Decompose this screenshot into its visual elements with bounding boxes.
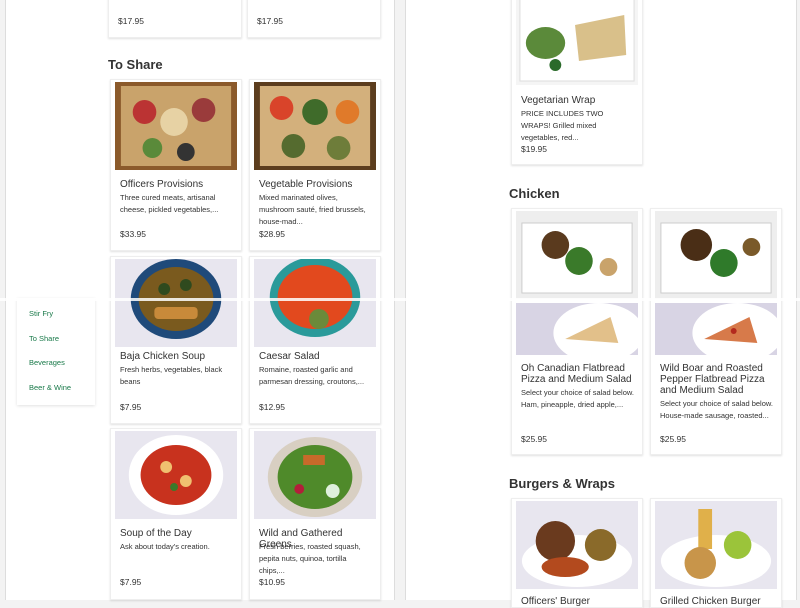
food-image [516,0,638,85]
menu-card[interactable]: Wild Boar and Roasted Pepper Flatbread P… [650,208,782,455]
food-image [516,303,638,355]
sidenav-item-to-share[interactable]: To Share [29,334,59,343]
menu-card[interactable]: Officers' Burger [511,498,643,608]
item-price: $7.95 [120,577,142,587]
section-title-chicken: Chicken [509,186,560,201]
item-price: $7.95 [120,402,142,412]
sidenav-item-beverages[interactable]: Beverages [29,358,65,367]
item-name: Caesar Salad [259,351,320,362]
item-price: $28.95 [259,229,285,239]
section-title-burgers-wraps: Burgers & Wraps [509,476,615,491]
menu-card[interactable]: $17.95 [247,0,381,38]
item-price: $10.95 [259,577,285,587]
item-price: $17.95 [257,16,283,26]
item-description: Mixed marinated olives, mushroom sauté, … [259,193,366,226]
item-name: Officers' Burger [521,596,590,607]
item-name: Grilled Chicken Burger [660,596,761,607]
item-description: Romaine, roasted garlic and parmesan dre… [259,365,365,386]
item-description: Select your choice of salad below. House… [660,399,773,420]
item-name: Oh Canadian Flatbread Pizza and Medium S… [521,363,632,385]
item-name: Wild Boar and Roasted Pepper Flatbread P… [660,363,765,396]
menu-card[interactable]: Caesar Salad Romaine, roasted garlic and… [249,256,381,424]
menu-card[interactable]: Officers Provisions Three cured meats, a… [110,79,242,251]
section-title-to-share: To Share [108,57,163,72]
menu-card[interactable]: Vegetarian Wrap PRICE INCLUDES TWO WRAPS… [511,0,643,165]
menu-card[interactable]: Grilled Chicken Burger [650,498,782,608]
menu-card[interactable]: Oh Canadian Flatbread Pizza and Medium S… [511,208,643,455]
food-image [516,211,638,299]
item-name: Officers Provisions [120,179,204,190]
item-price: $25.95 [660,434,686,444]
food-image [655,303,777,355]
item-price: $12.95 [259,402,285,412]
item-price: $19.95 [521,144,547,154]
menu-card[interactable]: Vegetable Provisions Mixed marinated oli… [249,79,381,251]
item-description: Three cured meats, artisanal cheese, pic… [120,193,219,214]
menu-card[interactable]: $17.95 [108,0,242,38]
item-description: Ask about today's creation. [120,542,210,551]
item-price: $25.95 [521,434,547,444]
menu-card[interactable]: Baja Chicken Soup Fresh herbs, vegetable… [110,256,242,424]
food-image [115,431,237,519]
menu-card[interactable]: Wild and Gathered Greens Fresh berries, … [249,428,381,600]
item-name: Baja Chicken Soup [120,351,206,362]
item-description: Fresh berries, roasted squash, pepita nu… [259,542,361,575]
food-image [115,82,237,170]
food-image [655,211,777,299]
food-image [655,501,777,589]
food-image [254,259,376,347]
item-name: Vegetable Provisions [259,179,353,190]
sidenav-item-stir-fry[interactable]: Stir Fry [29,309,53,318]
item-name: Vegetarian Wrap [521,95,596,106]
item-description: Fresh herbs, vegetables, black beans [120,365,223,386]
scroll-seam [0,298,800,301]
category-sidenav: Stir Fry To Share Beverages Beer & Wine [17,298,95,405]
item-price: $33.95 [120,229,146,239]
food-image [516,501,638,589]
food-image [115,259,237,347]
food-image [254,82,376,170]
item-name: Soup of the Day [120,528,192,539]
item-price: $17.95 [118,16,144,26]
sidenav-item-beer-wine[interactable]: Beer & Wine [29,383,71,392]
menu-card[interactable]: Soup of the Day Ask about today's creati… [110,428,242,600]
item-description: Select your choice of salad below. Ham, … [521,388,634,409]
item-description: PRICE INCLUDES TWO WRAPS! Grilled mixed … [521,109,604,142]
food-image [254,431,376,519]
